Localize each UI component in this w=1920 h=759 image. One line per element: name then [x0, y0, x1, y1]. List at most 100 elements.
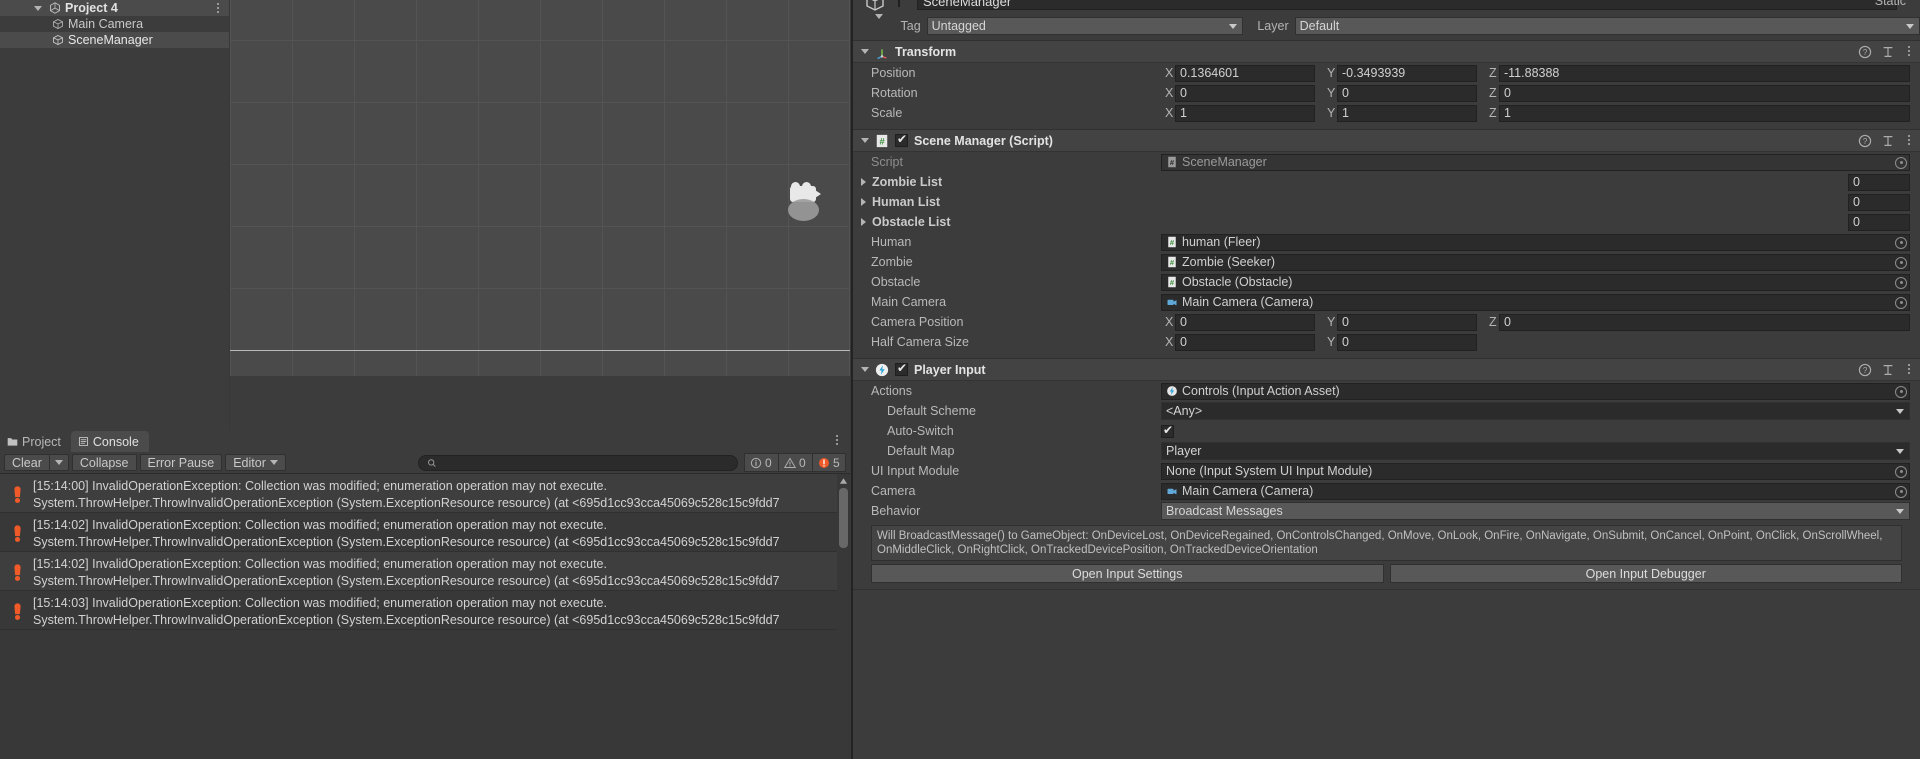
clear-dropdown-button[interactable]	[48, 454, 69, 471]
player-input-header[interactable]: Player Input ?	[853, 359, 1920, 381]
chevron-down-icon[interactable]	[861, 138, 869, 143]
default-scheme-dropdown[interactable]: <Any>	[1161, 402, 1910, 420]
object-picker-icon[interactable]	[1895, 256, 1907, 269]
half-camera-size-y-field[interactable]: 0	[1337, 333, 1477, 351]
hierarchy-item-main-camera[interactable]: Main Camera	[0, 16, 229, 32]
transform-header[interactable]: Transform ?	[853, 41, 1920, 63]
open-input-settings-button[interactable]: Open Input Settings	[871, 564, 1384, 583]
gameobject-name-field[interactable]: SceneManager	[917, 0, 1897, 10]
rotation-z-field[interactable]: 0	[1499, 84, 1910, 102]
layer-dropdown[interactable]: Default	[1294, 17, 1920, 35]
main-camera-object-field[interactable]: Main Camera (Camera)	[1161, 293, 1910, 311]
player-input-enabled-checkbox[interactable]	[895, 361, 908, 376]
auto-switch-checkbox[interactable]	[1161, 423, 1174, 438]
help-icon[interactable]: ?	[1858, 363, 1872, 377]
preset-icon[interactable]	[1881, 134, 1895, 148]
rotation-x-field[interactable]: 0	[1175, 84, 1315, 102]
position-x-field[interactable]: 0.1364601	[1175, 64, 1315, 82]
chevron-down-icon[interactable]	[861, 367, 869, 372]
camera-position-x-field[interactable]: 0	[1175, 313, 1315, 331]
rotation-y-value: 0	[1342, 86, 1349, 100]
kebab-menu-icon[interactable]	[1904, 46, 1914, 58]
kebab-menu-icon[interactable]	[1904, 364, 1914, 376]
kebab-menu-icon[interactable]	[1904, 135, 1914, 147]
hierarchy-root-row[interactable]: Project 4	[0, 0, 229, 16]
console-log-list[interactable]: [15:14:00] InvalidOperationException: Co…	[0, 474, 850, 738]
actions-object-field[interactable]: Controls (Input Action Asset)	[1161, 382, 1910, 400]
log-entry[interactable]: [15:14:00] InvalidOperationException: Co…	[0, 474, 850, 513]
human-list-count[interactable]: 0	[1848, 193, 1910, 211]
warning-counter[interactable]: 0	[778, 453, 812, 472]
tab-project[interactable]: Project	[0, 431, 71, 452]
object-picker-icon[interactable]	[1895, 385, 1907, 398]
scene-view[interactable]	[230, 0, 850, 376]
kebab-menu-icon[interactable]	[213, 3, 223, 15]
error-counter[interactable]: 5	[812, 453, 846, 472]
scene-manager-enabled-checkbox[interactable]	[895, 132, 908, 147]
object-picker-icon[interactable]	[1895, 156, 1907, 169]
help-icon[interactable]: ?	[1858, 45, 1872, 59]
camera-object-field[interactable]: Main Camera (Camera)	[1161, 482, 1910, 500]
preset-icon[interactable]	[1881, 45, 1895, 59]
object-picker-icon[interactable]	[1895, 485, 1907, 498]
editor-dropdown-button[interactable]: Editor	[225, 454, 286, 471]
camera-position-y-field[interactable]: 0	[1337, 313, 1477, 331]
collapse-button[interactable]: Collapse	[71, 454, 137, 471]
hierarchy-item-scenemanager[interactable]: SceneManager	[0, 32, 229, 48]
default-map-row: Default Map Player	[853, 441, 1920, 461]
rotation-y-field[interactable]: 0	[1337, 84, 1477, 102]
camera-gizmo-icon[interactable]	[786, 182, 826, 226]
obstacle-object-field[interactable]: # Obstacle (Obstacle)	[1161, 273, 1910, 291]
console-scrollbar[interactable]	[837, 474, 850, 738]
log-entry[interactable]: [15:14:03] InvalidOperationException: Co…	[0, 591, 850, 630]
ui-input-module-object-field[interactable]: None (Input System UI Input Module)	[1161, 462, 1910, 480]
chevron-right-icon[interactable]	[861, 218, 866, 226]
object-picker-icon[interactable]	[1895, 276, 1907, 289]
scale-x-field[interactable]: 1	[1175, 104, 1315, 122]
help-icon[interactable]: ?	[1858, 134, 1872, 148]
position-x-value: 0.1364601	[1180, 66, 1240, 80]
zombie-object-field[interactable]: # Zombie (Seeker)	[1161, 253, 1910, 271]
half-camera-size-label: Half Camera Size	[871, 335, 969, 349]
hierarchy-panel: Project 4 Main Camera SceneManager	[0, 0, 229, 431]
zombie-list-count[interactable]: 0	[1848, 173, 1910, 191]
behavior-dropdown[interactable]: Broadcast Messages	[1161, 502, 1910, 520]
kebab-menu-icon[interactable]	[832, 435, 842, 447]
default-map-value: Player	[1166, 444, 1202, 458]
log-entry[interactable]: [15:14:02] InvalidOperationException: Co…	[0, 513, 850, 552]
tab-console[interactable]: Console	[70, 431, 149, 452]
clear-button[interactable]: Clear	[4, 454, 49, 471]
open-input-debugger-button[interactable]: Open Input Debugger	[1389, 564, 1902, 583]
object-picker-icon[interactable]	[1895, 465, 1907, 478]
chevron-down-icon[interactable]	[861, 49, 869, 54]
camera-position-z-field[interactable]: 0	[1499, 313, 1910, 331]
error-pause-button[interactable]: Error Pause	[139, 454, 223, 471]
position-z-field[interactable]: -11.88388	[1499, 64, 1910, 82]
preset-icon[interactable]	[1881, 363, 1895, 377]
search-input[interactable]	[441, 455, 729, 470]
half-camera-size-x-field[interactable]: 0	[1175, 333, 1315, 351]
gameobject-enabled-checkbox[interactable]	[898, 0, 900, 7]
tag-dropdown[interactable]: Untagged	[926, 17, 1244, 35]
chevron-down-icon[interactable]	[34, 5, 42, 11]
scale-y-field[interactable]: 1	[1337, 104, 1477, 122]
player-input-component: Player Input ? Actions Controls (Input A…	[853, 358, 1920, 590]
scene-manager-header[interactable]: # Scene Manager (Script) ?	[853, 130, 1920, 152]
position-y-field[interactable]: -0.3493939	[1337, 64, 1477, 82]
info-counter[interactable]: 0	[744, 453, 778, 472]
obstacle-list-count[interactable]: 0	[1848, 213, 1910, 231]
default-scheme-label: Default Scheme	[887, 404, 976, 418]
scale-z-field[interactable]: 1	[1499, 104, 1910, 122]
object-picker-icon[interactable]	[1895, 236, 1907, 249]
object-picker-icon[interactable]	[1895, 296, 1907, 309]
zombie-ref-row: Zombie # Zombie (Seeker)	[853, 252, 1920, 272]
console-search-box[interactable]	[418, 454, 738, 471]
chevron-right-icon[interactable]	[861, 198, 866, 206]
open-input-debugger-label: Open Input Debugger	[1585, 566, 1706, 581]
scrollbar-thumb[interactable]	[839, 488, 848, 548]
chevron-right-icon[interactable]	[861, 178, 866, 186]
log-entry[interactable]: [15:14:02] InvalidOperationException: Co…	[0, 552, 850, 591]
scroll-up-icon[interactable]	[839, 476, 848, 486]
default-map-dropdown[interactable]: Player	[1161, 442, 1910, 460]
human-object-field[interactable]: # human (Fleer)	[1161, 233, 1910, 251]
